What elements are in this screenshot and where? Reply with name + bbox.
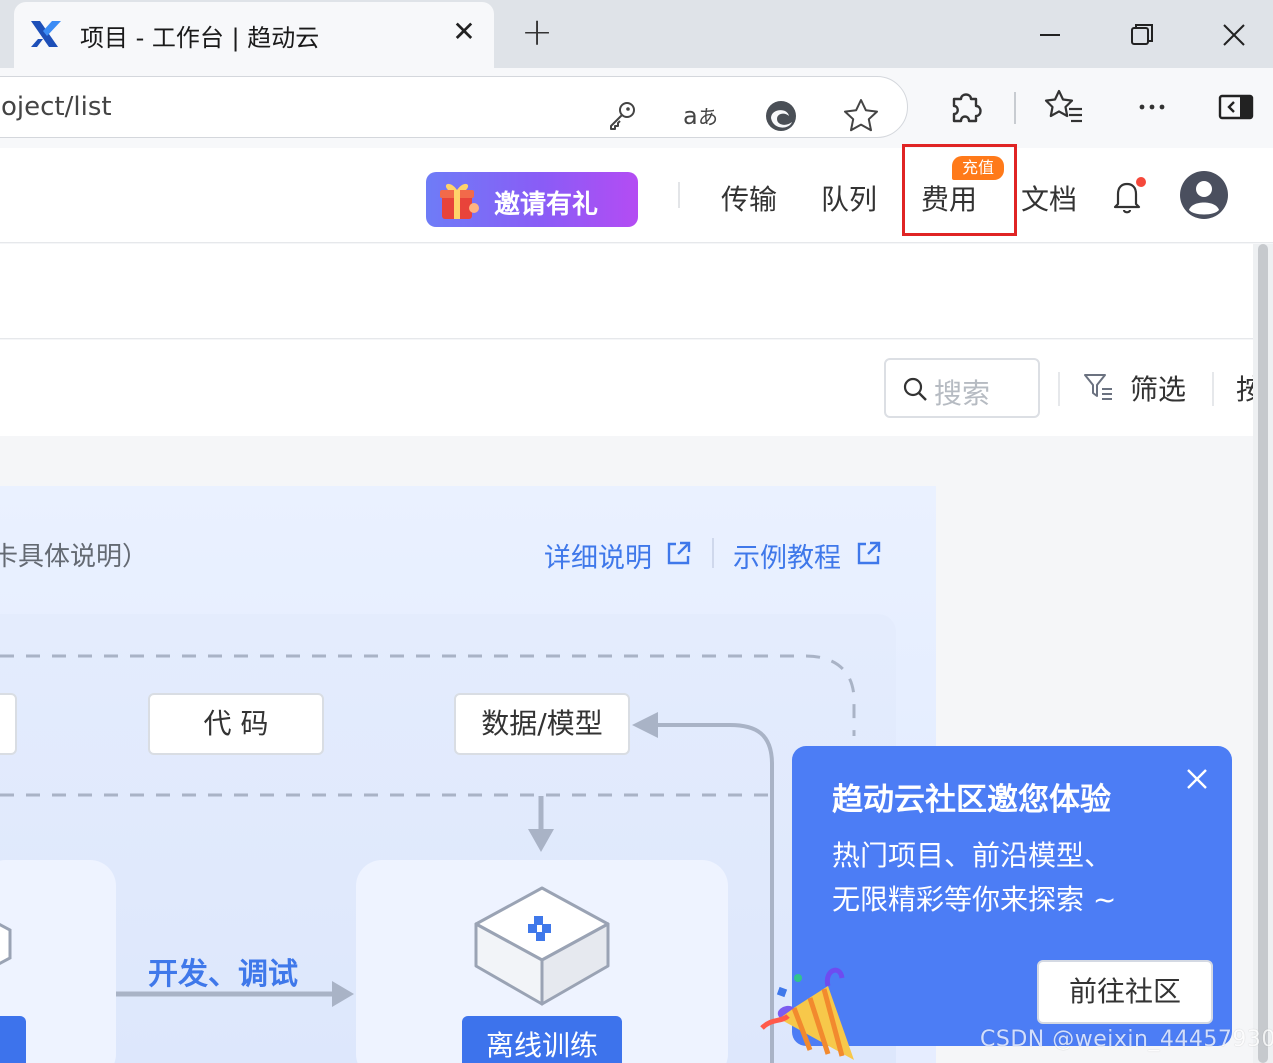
close-icon[interactable] [1184, 766, 1210, 792]
plus-icon[interactable]: + [520, 13, 554, 51]
bell-icon[interactable] [1110, 176, 1146, 216]
sort-button[interactable]: 按 [1236, 368, 1253, 408]
code-chip: 代 码 [148, 693, 324, 755]
filter-divider [1058, 372, 1060, 406]
data-model-chip: 数据/模型 [454, 693, 630, 755]
fee-highlight-box [902, 144, 1017, 236]
toolbar-divider [1014, 92, 1016, 124]
cube-icon [474, 886, 610, 1006]
close-window-icon[interactable] [1214, 18, 1254, 52]
filter-bar: 搜索 筛选 按 [0, 340, 1253, 436]
page-scrollbar[interactable] [1253, 244, 1273, 1063]
invite-label: 邀请有礼 [494, 190, 599, 220]
browser-tab-strip: 项目 - 工作台 | 趋动云 ✕ + [0, 0, 1273, 70]
app-header: 邀请有礼 传输 队列 费用 充值 文档 [0, 144, 1273, 243]
sidebar-icon[interactable] [1214, 85, 1258, 129]
minimize-icon[interactable] [1030, 18, 1070, 52]
key-icon[interactable] [601, 94, 645, 138]
go-community-button[interactable]: 前往社区 [1037, 960, 1213, 1024]
workflow-stage-button[interactable] [0, 1016, 26, 1063]
filter-divider [1212, 372, 1214, 406]
dev-debug-label: 开发、调试 [148, 957, 298, 992]
watermark: CSDN @weixin_44457930 [980, 1027, 1273, 1052]
filter-button[interactable]: 筛选 [1130, 368, 1186, 408]
svg-text:あ: あ [698, 105, 718, 129]
browser-tab[interactable]: 项目 - 工作台 | 趋动云 ✕ [14, 2, 494, 70]
offline-training-button[interactable]: 离线训练 [462, 1016, 622, 1063]
invite-button[interactable]: 邀请有礼 [426, 172, 638, 227]
search-placeholder: 搜索 [934, 377, 991, 410]
page-subheader [0, 244, 1253, 339]
user-avatar-icon[interactable] [1179, 170, 1229, 220]
more-icon[interactable] [1130, 85, 1174, 129]
virtaitech-logo-icon [31, 21, 61, 47]
popup-title: 趋动云社区邀您体验 [832, 782, 1111, 818]
url-text[interactable]: oject/list [1, 92, 112, 122]
read-aloud-icon[interactable]: a あ [679, 94, 723, 138]
nav-queue[interactable]: 队列 [821, 178, 877, 218]
nav-transfer[interactable]: 传输 [721, 178, 777, 218]
address-bar[interactable]: oject/list a あ [0, 76, 908, 138]
popup-text: 热门项目、前沿模型、 [832, 839, 1113, 872]
search-input[interactable]: 搜索 [884, 358, 1040, 418]
header-divider [678, 182, 680, 208]
star-icon[interactable] [839, 94, 883, 138]
browser-toolbar: oject/list a あ [0, 68, 1273, 148]
scrollbar-thumb[interactable] [1258, 244, 1268, 1063]
gift-icon [440, 183, 479, 219]
filter-icon[interactable] [1082, 370, 1114, 402]
party-popper-icon [760, 967, 854, 1060]
tab-title: 项目 - 工作台 | 趋动云 [80, 24, 320, 52]
close-icon[interactable]: ✕ [450, 18, 478, 46]
popup-text: 无限精彩等你来探索 ~ [832, 883, 1117, 916]
cube-icon [0, 922, 12, 966]
workflow-chip [0, 693, 17, 755]
search-icon [903, 377, 927, 401]
nav-docs[interactable]: 文档 [1021, 178, 1077, 218]
web-page: 邀请有礼 传输 队列 费用 充值 文档 搜索 筛选 按 卡具体说明） 详细说明 … [0, 144, 1273, 1063]
svg-text:a: a [683, 102, 698, 130]
edge-icon[interactable] [759, 94, 803, 138]
favorites-icon[interactable] [1042, 85, 1086, 129]
puzzle-icon[interactable] [944, 85, 988, 129]
restore-icon[interactable] [1122, 18, 1162, 52]
